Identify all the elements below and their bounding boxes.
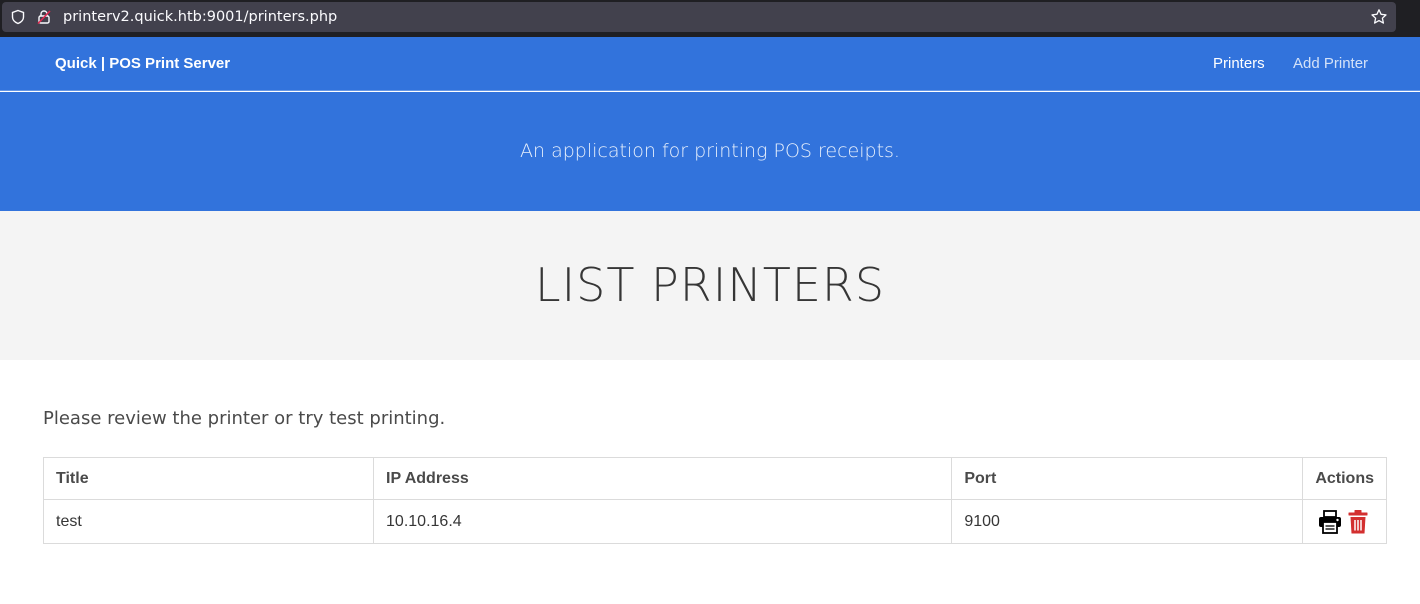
brand-link[interactable]: Quick | POS Print Server — [55, 37, 230, 91]
navbar: Quick | POS Print Server Printers Add Pr… — [0, 37, 1420, 91]
column-header-ip: IP Address — [373, 457, 953, 500]
nav-printers[interactable]: Printers — [1213, 37, 1265, 91]
address-bar[interactable]: printerv2.quick.htb:9001/printers.php — [2, 2, 1396, 32]
intro-text: Please review the printer or try test pr… — [43, 408, 446, 429]
hero: An application for printing POS receipts… — [0, 92, 1420, 211]
section-header: LIST PRINTERS — [0, 211, 1420, 360]
shield-icon[interactable] — [10, 2, 26, 32]
column-header-title: Title — [42, 457, 375, 500]
star-icon[interactable] — [1370, 2, 1388, 32]
printers-table: Title IP Address Port Actions test 10.10… — [42, 457, 1387, 544]
cell-title: test — [42, 499, 375, 544]
printer-icon[interactable] — [1317, 509, 1343, 535]
hero-subtitle: An application for printing POS receipts… — [520, 140, 900, 162]
table-row: test 10.10.16.4 9100 — [42, 499, 1387, 544]
cell-ip: 10.10.16.4 — [373, 499, 953, 544]
table-header-row: Title IP Address Port Actions — [42, 457, 1387, 500]
url-text[interactable]: printerv2.quick.htb:9001/printers.php — [63, 2, 337, 32]
trash-icon[interactable] — [1347, 509, 1369, 535]
lock-icon[interactable] — [36, 2, 52, 32]
nav-add-printer[interactable]: Add Printer — [1293, 37, 1368, 91]
column-header-port: Port — [951, 457, 1304, 500]
cell-port: 9100 — [951, 499, 1304, 544]
browser-toolbar: printerv2.quick.htb:9001/printers.php — [0, 0, 1420, 37]
column-header-actions: Actions — [1302, 457, 1387, 500]
cell-actions — [1302, 499, 1387, 544]
page-title: LIST PRINTERS — [534, 258, 886, 312]
